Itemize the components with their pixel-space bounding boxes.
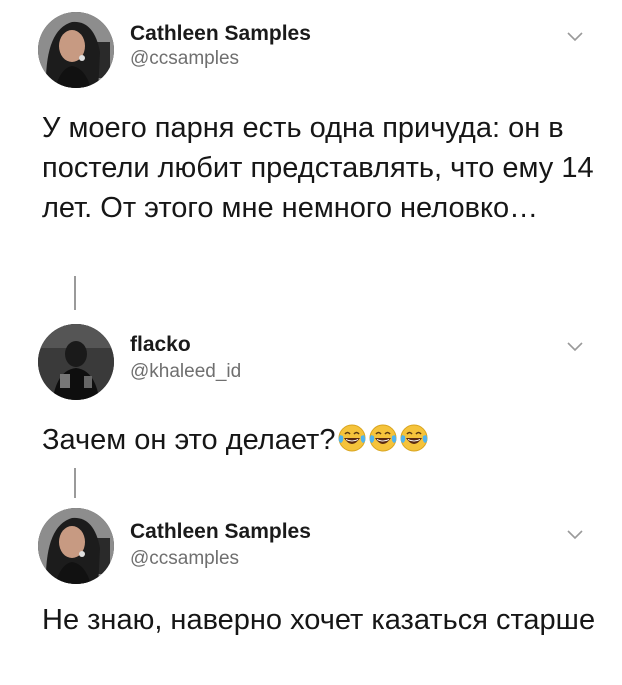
chevron-down-icon[interactable] [565, 340, 585, 354]
face-with-tears-of-joy-icon [338, 424, 366, 452]
author-handle[interactable]: @ccsamples [130, 548, 239, 570]
tweet-text-content: Зачем он это делает? [42, 424, 336, 456]
author-name[interactable]: Cathleen Samples [130, 520, 311, 544]
chevron-down-icon[interactable] [565, 30, 585, 44]
avatar-image [38, 508, 114, 584]
avatar[interactable] [38, 508, 114, 584]
avatar[interactable] [38, 324, 114, 400]
face-with-tears-of-joy-icon [369, 424, 397, 452]
emoji-group [337, 423, 430, 464]
avatar-image [38, 324, 114, 400]
chevron-down-icon[interactable] [565, 528, 585, 542]
thread-connector [74, 468, 76, 498]
author-name[interactable]: flacko [130, 333, 191, 357]
author-name[interactable]: Cathleen Samples [130, 22, 311, 46]
tweet-text: У моего парня есть одна причуда: он в по… [42, 112, 594, 224]
author-handle[interactable]: @ccsamples [130, 48, 239, 70]
tweet-text: Не знаю, наверно хочет казаться старше [42, 604, 596, 636]
avatar[interactable] [38, 12, 114, 88]
tweet-text: Зачем он это делает? [42, 420, 602, 464]
author-handle[interactable]: @khaleed_id [130, 361, 241, 383]
avatar-image [38, 12, 114, 88]
thread-connector [74, 276, 76, 310]
face-with-tears-of-joy-icon [400, 424, 428, 452]
